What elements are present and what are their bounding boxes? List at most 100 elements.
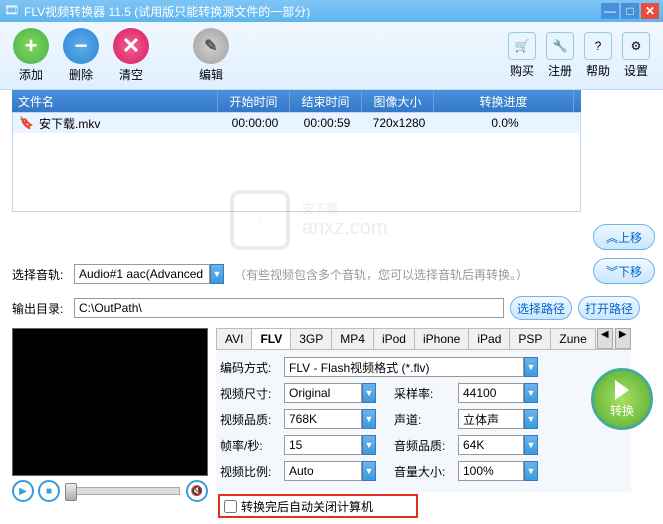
file-list: 🔖 安下载.mkv 00:00:00 00:00:59 720x1280 0.0…	[12, 112, 581, 212]
buy-button[interactable]: 🛒购买	[503, 32, 541, 79]
volume-label: 音量大小:	[394, 463, 458, 480]
stop-button[interactable]: ■	[38, 480, 60, 502]
window-title: FLV视频转换器 11.5 (试用版只能转换源文件的一部分)	[24, 3, 599, 20]
help-button[interactable]: ?帮助	[579, 32, 617, 79]
col-start[interactable]: 开始时间	[218, 90, 290, 112]
video-quality-label: 视频品质:	[220, 411, 284, 428]
samplerate-select[interactable]	[458, 383, 524, 403]
video-quality-select[interactable]	[284, 409, 362, 429]
tab-ipad[interactable]: iPad	[468, 328, 510, 349]
tabs-prev-button[interactable]: ◀	[597, 328, 613, 349]
dropdown-icon[interactable]: ▼	[524, 461, 538, 481]
dropdown-icon[interactable]: ▼	[362, 461, 376, 481]
cell-name: 安下载.mkv	[33, 115, 219, 132]
move-up-button[interactable]: ︽ 上移	[593, 224, 655, 250]
col-size[interactable]: 图像大小	[362, 90, 434, 112]
dropdown-icon[interactable]: ▼	[362, 435, 376, 455]
tab-avi[interactable]: AVI	[216, 328, 252, 349]
table-header: 文件名 开始时间 结束时间 图像大小 转换进度	[12, 90, 581, 112]
minus-icon: −	[63, 28, 99, 64]
maximize-button[interactable]: □	[621, 3, 639, 19]
format-tabs: AVI FLV 3GP MP4 iPod iPhone iPad PSP Zun…	[216, 328, 631, 350]
samplerate-label: 采样率:	[394, 385, 458, 402]
settings-panel: AVI FLV 3GP MP4 iPod iPhone iPad PSP Zun…	[216, 328, 631, 502]
help-icon: ?	[584, 32, 612, 60]
tab-zune[interactable]: Zune	[550, 328, 595, 349]
col-progress[interactable]: 转换进度	[434, 90, 574, 112]
clear-button[interactable]: ✕清空	[108, 28, 154, 83]
play-button[interactable]: ▶	[12, 480, 34, 502]
preview-panel: ▶ ■ 🔇	[12, 328, 208, 502]
delete-button[interactable]: −删除	[58, 28, 104, 83]
video-size-label: 视频尺寸:	[220, 385, 284, 402]
register-button[interactable]: 🔧注册	[541, 32, 579, 79]
audio-label: 选择音轨:	[12, 266, 74, 283]
output-row: 输出目录: 选择路径 打开路径	[0, 292, 663, 324]
dropdown-icon[interactable]: ▼	[524, 357, 538, 377]
output-label: 输出目录:	[12, 300, 74, 317]
fps-label: 帧率/秒:	[220, 437, 284, 454]
file-icon: 🔖	[13, 116, 33, 130]
edit-button[interactable]: ✎编辑	[188, 28, 234, 83]
tab-3gp[interactable]: 3GP	[290, 328, 332, 349]
channels-select[interactable]	[458, 409, 524, 429]
plus-icon: +	[13, 28, 49, 64]
output-path-input[interactable]	[74, 298, 504, 318]
main-toolbar: +添加 −删除 ✕清空 ✎编辑 🛒购买 🔧注册 ?帮助 ⚙设置	[0, 22, 663, 90]
cell-size: 720x1280	[363, 116, 435, 130]
cell-start: 00:00:00	[219, 116, 291, 130]
x-icon: ✕	[113, 28, 149, 64]
audio-track-select[interactable]	[74, 264, 210, 284]
table-row[interactable]: 🔖 安下载.mkv 00:00:00 00:00:59 720x1280 0.0…	[13, 113, 580, 133]
preview-screen	[12, 328, 208, 476]
dropdown-icon[interactable]: ▼	[210, 264, 224, 284]
cell-end: 00:00:59	[291, 116, 363, 130]
titlebar: 🎞 FLV视频转换器 11.5 (试用版只能转换源文件的一部分) — □ ✕	[0, 0, 663, 22]
encoding-select[interactable]	[284, 357, 524, 377]
gear-icon: ⚙	[622, 32, 650, 60]
tab-psp[interactable]: PSP	[509, 328, 551, 349]
cell-progress: 0.0%	[435, 116, 575, 130]
chevron-down-icon: ︾	[606, 263, 618, 280]
open-path-button[interactable]: 打开路径	[578, 296, 640, 320]
convert-button[interactable]: 转换	[591, 368, 653, 430]
tab-iphone[interactable]: iPhone	[414, 328, 469, 349]
encoding-label: 编码方式:	[220, 359, 284, 376]
video-size-select[interactable]	[284, 383, 362, 403]
dropdown-icon[interactable]: ▼	[524, 409, 538, 429]
app-icon: 🎞	[4, 3, 20, 19]
move-down-button[interactable]: ︾ 下移	[593, 258, 655, 284]
close-button[interactable]: ✕	[641, 3, 659, 19]
edit-icon: ✎	[193, 28, 229, 64]
volume-select[interactable]	[458, 461, 524, 481]
audio-hint: （有些视频包含多个音轨，您可以选择音轨后再转换。）	[234, 266, 528, 283]
mute-button[interactable]: 🔇	[186, 480, 208, 502]
key-icon: 🔧	[546, 32, 574, 60]
dropdown-icon[interactable]: ▼	[524, 435, 538, 455]
col-filename[interactable]: 文件名	[12, 90, 218, 112]
seek-slider[interactable]	[66, 487, 180, 495]
dropdown-icon[interactable]: ▼	[362, 383, 376, 403]
dropdown-icon[interactable]: ▼	[524, 383, 538, 403]
channels-label: 声道:	[394, 411, 458, 428]
chevron-up-icon: ︽	[606, 229, 618, 246]
cart-icon: 🛒	[508, 32, 536, 60]
audio-track-row: 选择音轨: ▼ （有些视频包含多个音轨，您可以选择音轨后再转换。）	[0, 260, 663, 288]
tab-ipod[interactable]: iPod	[373, 328, 415, 349]
auto-shutdown-checkbox[interactable]	[224, 500, 237, 513]
settings-button[interactable]: ⚙设置	[617, 32, 655, 79]
dropdown-icon[interactable]: ▼	[362, 409, 376, 429]
add-button[interactable]: +添加	[8, 28, 54, 83]
video-ratio-select[interactable]	[284, 461, 362, 481]
auto-shutdown-row: 转换完后自动关闭计算机	[218, 494, 418, 518]
choose-path-button[interactable]: 选择路径	[510, 296, 572, 320]
tab-flv[interactable]: FLV	[251, 328, 291, 349]
tabs-next-button[interactable]: ▶	[615, 328, 631, 349]
minimize-button[interactable]: —	[601, 3, 619, 19]
col-end[interactable]: 结束时间	[290, 90, 362, 112]
tab-mp4[interactable]: MP4	[331, 328, 374, 349]
auto-shutdown-label: 转换完后自动关闭计算机	[241, 498, 373, 515]
fps-select[interactable]	[284, 435, 362, 455]
audio-quality-label: 音频品质:	[394, 437, 458, 454]
audio-quality-select[interactable]	[458, 435, 524, 455]
